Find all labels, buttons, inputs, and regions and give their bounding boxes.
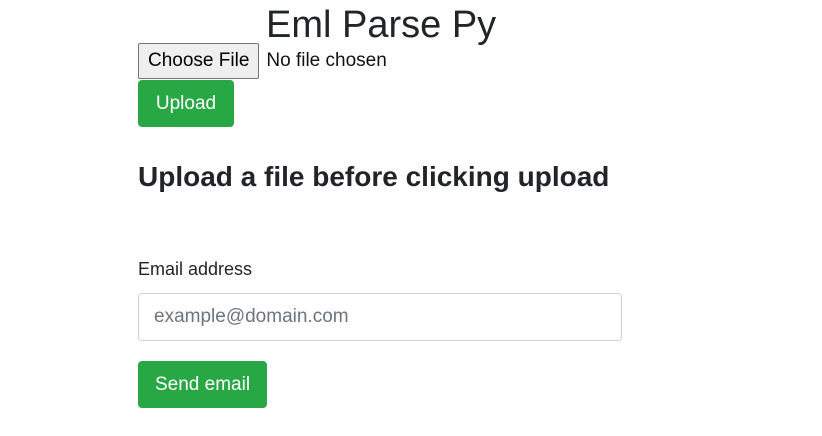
send-email-button[interactable]: Send email — [138, 361, 267, 408]
choose-file-button[interactable]: Choose File — [138, 43, 260, 79]
page: Eml Parse Py Choose File No file chosen … — [0, 0, 822, 436]
email-address-label: Email address — [138, 259, 253, 279]
file-input: Choose File No file chosen — [138, 43, 387, 79]
email-address-input[interactable] — [138, 293, 622, 341]
upload-status-heading: Upload a file before clicking upload — [138, 161, 610, 192]
upload-button[interactable]: Upload — [138, 80, 234, 127]
page-title: Eml Parse Py — [266, 4, 497, 46]
file-status-text: No file chosen — [266, 50, 387, 71]
